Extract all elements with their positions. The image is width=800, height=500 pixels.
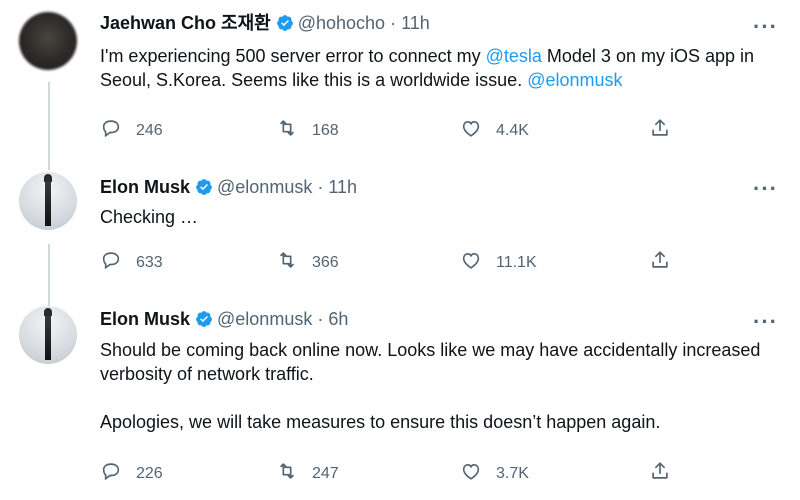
more-options-icon[interactable]: ··· (753, 178, 778, 200)
tweet-jaehwan-cho[interactable]: Jaehwan Cho 조재환 @hohocho · 11h ··· I'm ex… (0, 0, 800, 160)
tweet-header: Jaehwan Cho 조재환 @hohocho · 11h (100, 12, 430, 34)
reply-icon (100, 460, 122, 487)
tweet-text: I'm experiencing 500 server error to con… (100, 44, 780, 92)
rocket-image (44, 174, 52, 226)
tweet-elon-musk-apology[interactable]: Elon Musk @elonmusk · 6h ··· Should be co… (0, 295, 800, 500)
tweet-text-segment: I'm experiencing 500 server error to con… (100, 46, 486, 66)
share-button[interactable] (649, 117, 671, 144)
like-button[interactable]: 3.7K (460, 460, 529, 487)
retweet-count: 168 (312, 121, 339, 139)
reply-count: 633 (136, 253, 163, 271)
like-icon (460, 117, 482, 144)
share-button[interactable] (649, 460, 671, 487)
share-icon (649, 117, 671, 144)
tweet-header: Elon Musk @elonmusk · 6h (100, 308, 348, 330)
share-icon (649, 249, 671, 276)
like-icon (460, 460, 482, 487)
retweet-icon (276, 117, 298, 144)
tweet-header: Elon Musk @elonmusk · 11h (100, 176, 357, 198)
reply-icon (100, 249, 122, 276)
like-button[interactable]: 4.4K (460, 117, 529, 144)
more-options-icon[interactable]: ··· (753, 16, 778, 38)
tweet-elon-musk-checking[interactable]: Elon Musk @elonmusk · 11h ··· Checking … … (0, 160, 800, 295)
reply-button[interactable]: 246 (100, 117, 163, 144)
more-options-icon[interactable]: ··· (753, 311, 778, 333)
tweet-actions: 246 168 4.4K (100, 117, 700, 141)
like-count: 11.1K (496, 253, 537, 271)
author-name[interactable]: Elon Musk (100, 177, 190, 197)
author-name[interactable]: Elon Musk (100, 309, 190, 329)
retweet-button[interactable]: 366 (276, 249, 339, 276)
retweet-icon (276, 249, 298, 276)
retweet-count: 247 (312, 464, 339, 482)
reply-button[interactable]: 226 (100, 460, 163, 487)
tweet-actions: 226 247 3.7K (100, 460, 700, 484)
separator-dot: · (317, 309, 324, 329)
timestamp[interactable]: 11h (401, 13, 430, 33)
avatar[interactable] (19, 172, 77, 230)
tweet-actions: 633 366 11.1K (100, 249, 700, 273)
reply-icon (100, 117, 122, 144)
like-icon (460, 249, 482, 276)
retweet-button[interactable]: 168 (276, 117, 339, 144)
author-handle[interactable]: @elonmusk (217, 177, 312, 197)
separator-dot: · (390, 13, 397, 33)
tweet-paragraph: Apologies, we will take measures to ensu… (100, 412, 661, 432)
reply-count: 246 (136, 121, 163, 139)
separator-dot: · (317, 177, 324, 197)
tweet-text: Checking … (100, 205, 780, 229)
retweet-button[interactable]: 247 (276, 460, 339, 487)
timestamp[interactable]: 6h (328, 309, 348, 329)
author-handle[interactable]: @hohocho (298, 13, 385, 33)
share-icon (649, 460, 671, 487)
reply-button[interactable]: 633 (100, 249, 163, 276)
author-name[interactable]: Jaehwan Cho 조재환 (100, 13, 271, 33)
share-button[interactable] (649, 249, 671, 276)
avatar[interactable] (19, 306, 77, 364)
like-count: 3.7K (496, 464, 529, 482)
like-button[interactable]: 11.1K (460, 249, 537, 276)
avatar[interactable] (19, 12, 77, 70)
verified-badge-icon (195, 178, 213, 196)
timestamp[interactable]: 11h (328, 177, 357, 197)
mention-link[interactable]: @tesla (486, 46, 542, 66)
verified-badge-icon (195, 310, 213, 328)
verified-badge-icon (276, 14, 294, 32)
tweet-text: Should be coming back online now. Looks … (100, 338, 780, 434)
reply-count: 226 (136, 464, 163, 482)
retweet-icon (276, 460, 298, 487)
retweet-count: 366 (312, 253, 339, 271)
rocket-image (44, 308, 52, 360)
author-handle[interactable]: @elonmusk (217, 309, 312, 329)
mention-link[interactable]: @elonmusk (527, 70, 622, 90)
tweet-text-segment: Checking … (100, 207, 199, 227)
tweet-paragraph: Should be coming back online now. Looks … (100, 340, 761, 384)
like-count: 4.4K (496, 121, 529, 139)
